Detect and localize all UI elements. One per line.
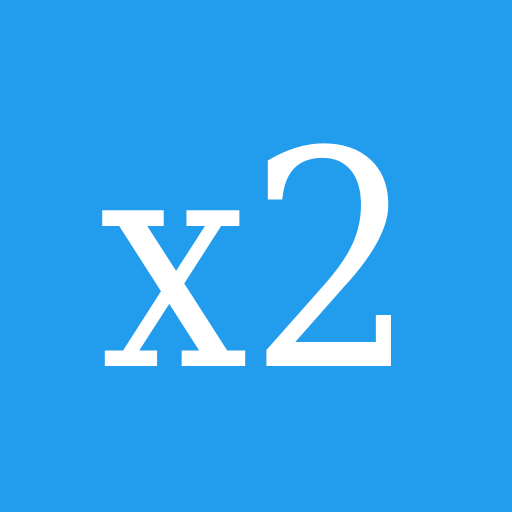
- x2-label: x2: [99, 88, 417, 437]
- app-icon-tile: x2: [0, 0, 512, 512]
- x2-icon: x2: [99, 88, 417, 437]
